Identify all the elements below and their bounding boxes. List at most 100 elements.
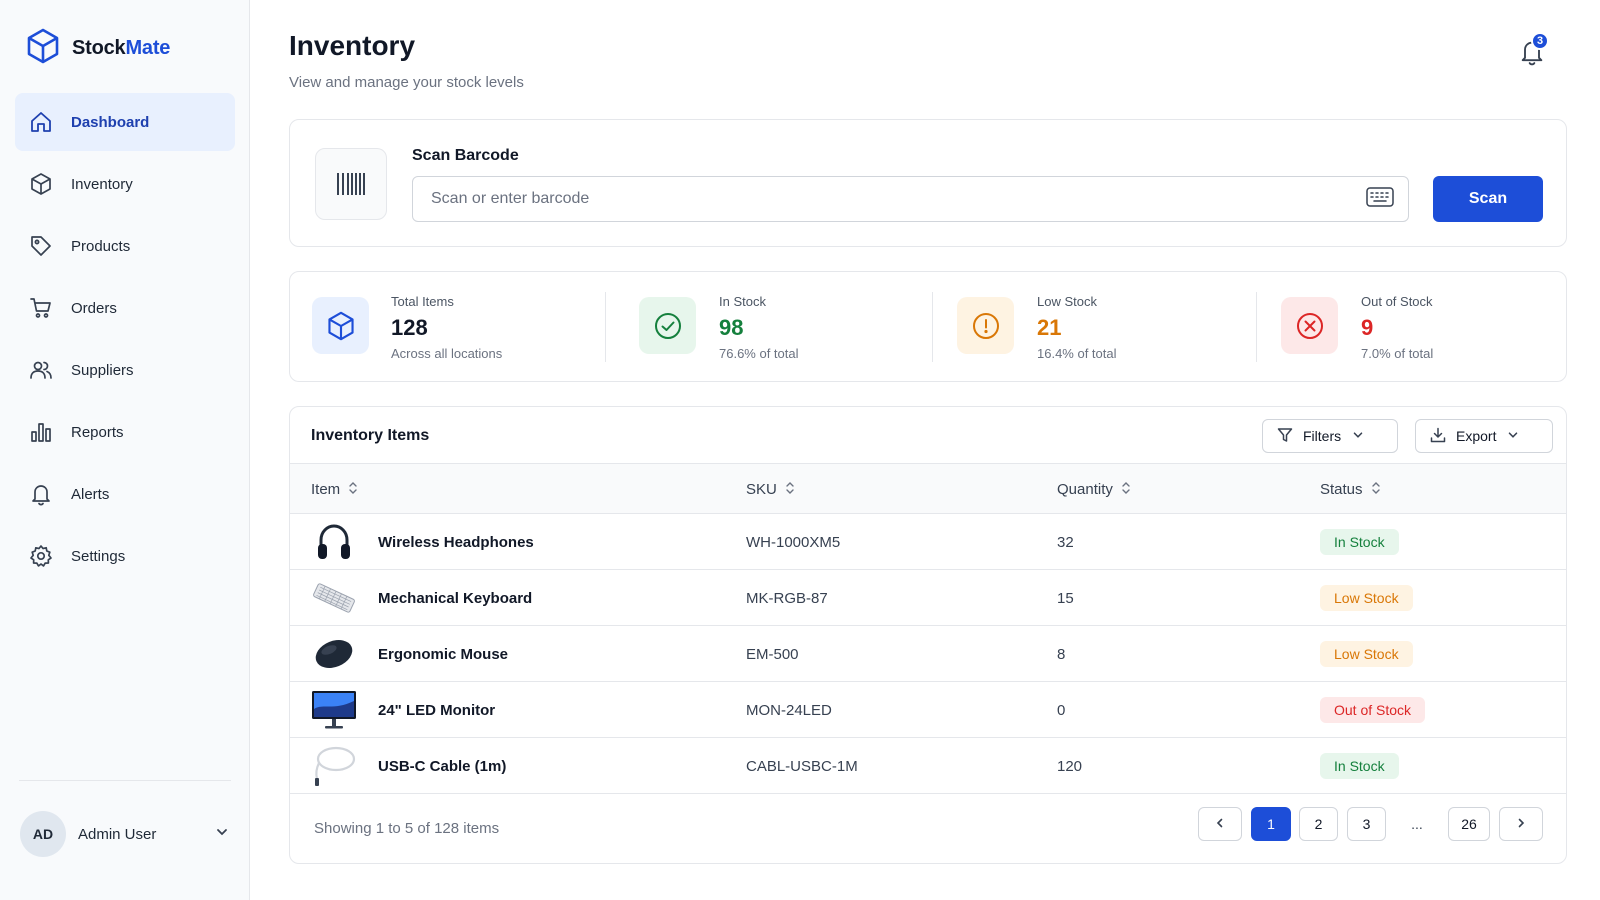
stat-label: Total Items — [391, 294, 454, 309]
export-button[interactable]: Export — [1415, 419, 1553, 453]
column-label: Status — [1320, 481, 1363, 498]
status-badge: Low Stock — [1320, 585, 1413, 611]
scan-label: Scan Barcode — [412, 147, 519, 164]
item-sku: CABL-USBC-1M — [746, 757, 858, 775]
table-row[interactable]: Mechanical Keyboard MK-RGB-87 15 Low Sto… — [290, 570, 1566, 626]
item-sku: WH-1000XM5 — [746, 533, 841, 551]
stat-value: 9 — [1361, 315, 1374, 340]
filter-icon — [1277, 427, 1293, 446]
keyboard-icon — [311, 576, 357, 620]
next-page-button[interactable] — [1499, 807, 1543, 841]
scan-button[interactable]: Scan — [1433, 176, 1543, 222]
sidebar-item-inventory[interactable]: Inventory — [15, 155, 235, 213]
sidebar-item-label: Dashboard — [71, 113, 150, 131]
stat-total-items: Total Items 128 Across all locations — [290, 272, 605, 381]
sidebar-item-label: Products — [71, 237, 131, 255]
table-row[interactable]: Ergonomic Mouse EM-500 8 Low Stock — [290, 626, 1566, 682]
filters-button[interactable]: Filters — [1262, 419, 1398, 453]
barcode-icon — [315, 148, 387, 220]
column-header-status[interactable]: Status — [1320, 464, 1381, 515]
barcode-input[interactable] — [431, 190, 1366, 208]
download-icon — [1430, 427, 1446, 446]
chevron-down-icon — [214, 824, 230, 845]
sidebar-item-alerts[interactable]: Alerts — [15, 465, 235, 523]
sidebar-item-products[interactable]: Products — [15, 217, 235, 275]
item-name: Mechanical Keyboard — [378, 589, 533, 607]
stat-out-of-stock: Out of Stock 9 7.0% of total — [1256, 272, 1566, 381]
prev-page-button[interactable] — [1198, 807, 1242, 841]
monitor-icon — [311, 688, 357, 732]
sidebar-item-label: Alerts — [71, 485, 110, 503]
notification-badge: 3 — [1531, 32, 1549, 50]
status-badge: Out of Stock — [1320, 697, 1426, 723]
bell-icon — [29, 482, 53, 506]
stat-value: 128 — [391, 315, 428, 340]
column-header-quantity[interactable]: Quantity — [1057, 464, 1131, 515]
stat-in-stock: In Stock 98 76.6% of total — [605, 272, 932, 381]
stat-value: 98 — [719, 315, 744, 340]
logo[interactable]: StockMate — [26, 28, 170, 69]
page-subtitle: View and manage your stock levels — [289, 74, 524, 91]
sidebar: StockMate Dashboard Inventory Products O… — [0, 0, 250, 900]
mouse-icon — [311, 632, 357, 676]
item-sku: MON-24LED — [746, 701, 832, 719]
sidebar-item-orders[interactable]: Orders — [15, 279, 235, 337]
x-circle-icon — [1281, 297, 1338, 354]
gear-icon — [29, 544, 53, 568]
users-icon — [29, 358, 53, 382]
item-quantity: 120 — [1057, 757, 1083, 775]
box-icon — [29, 172, 53, 196]
sidebar-item-reports[interactable]: Reports — [15, 403, 235, 461]
item-sku: EM-500 — [746, 645, 799, 663]
sidebar-item-label: Reports — [71, 423, 124, 441]
sidebar-item-label: Suppliers — [71, 361, 134, 379]
stat-subtext: 7.0% of total — [1361, 346, 1434, 361]
table-row[interactable]: USB-C Cable (1m) CABL-USBC-1M 120 In Sto… — [290, 738, 1566, 794]
stat-label: Out of Stock — [1361, 294, 1433, 309]
chevron-right-icon — [1515, 816, 1527, 832]
cart-icon — [29, 296, 53, 320]
filters-label: Filters — [1303, 428, 1342, 444]
sort-icon — [785, 481, 795, 499]
divider — [19, 780, 231, 781]
stat-label: In Stock — [719, 294, 766, 309]
chevron-down-icon — [1506, 428, 1520, 445]
chevron-left-icon — [1214, 816, 1226, 832]
sort-icon — [1371, 481, 1381, 499]
home-icon — [29, 110, 53, 134]
headphones-icon — [311, 520, 357, 564]
sidebar-item-label: Inventory — [71, 175, 133, 193]
barcode-input-wrapper — [412, 176, 1409, 222]
inventory-table-card: Inventory Items Filters Export Item SKU … — [289, 406, 1567, 864]
user-menu[interactable]: AD Admin User — [20, 810, 230, 858]
app-name: StockMate — [72, 37, 171, 59]
bell-icon — [1518, 41, 1546, 70]
table-row[interactable]: 24" LED Monitor MON-24LED 0 Out of Stock — [290, 682, 1566, 738]
page-button-last[interactable]: 26 — [1448, 807, 1490, 841]
sidebar-item-dashboard[interactable]: Dashboard — [15, 93, 235, 151]
avatar: AD — [20, 811, 66, 857]
page-button-2[interactable]: 2 — [1299, 807, 1338, 841]
column-header-sku[interactable]: SKU — [746, 464, 795, 515]
stat-subtext: 76.6% of total — [719, 346, 799, 361]
item-name: USB-C Cable (1m) — [378, 757, 507, 775]
sort-icon — [348, 481, 358, 499]
cable-icon — [311, 744, 357, 788]
item-quantity: 0 — [1057, 701, 1066, 719]
stat-label: Low Stock — [1037, 294, 1097, 309]
sidebar-nav: Dashboard Inventory Products Orders Supp… — [15, 93, 235, 589]
column-header-item[interactable]: Item — [311, 464, 358, 515]
table-row[interactable]: Wireless Headphones WH-1000XM5 32 In Sto… — [290, 514, 1566, 570]
page-button-1[interactable]: 1 — [1251, 807, 1291, 841]
user-name: Admin User — [78, 825, 157, 843]
item-name: Wireless Headphones — [378, 533, 534, 551]
sidebar-item-settings[interactable]: Settings — [15, 527, 235, 585]
sidebar-item-label: Settings — [71, 547, 126, 565]
check-circle-icon — [639, 297, 696, 354]
stat-subtext: 16.4% of total — [1037, 346, 1117, 361]
stat-low-stock: Low Stock 21 16.4% of total — [932, 272, 1256, 381]
keyboard-icon[interactable] — [1366, 186, 1394, 212]
sidebar-item-label: Orders — [71, 299, 117, 317]
sidebar-item-suppliers[interactable]: Suppliers — [15, 341, 235, 399]
page-button-3[interactable]: 3 — [1347, 807, 1386, 841]
